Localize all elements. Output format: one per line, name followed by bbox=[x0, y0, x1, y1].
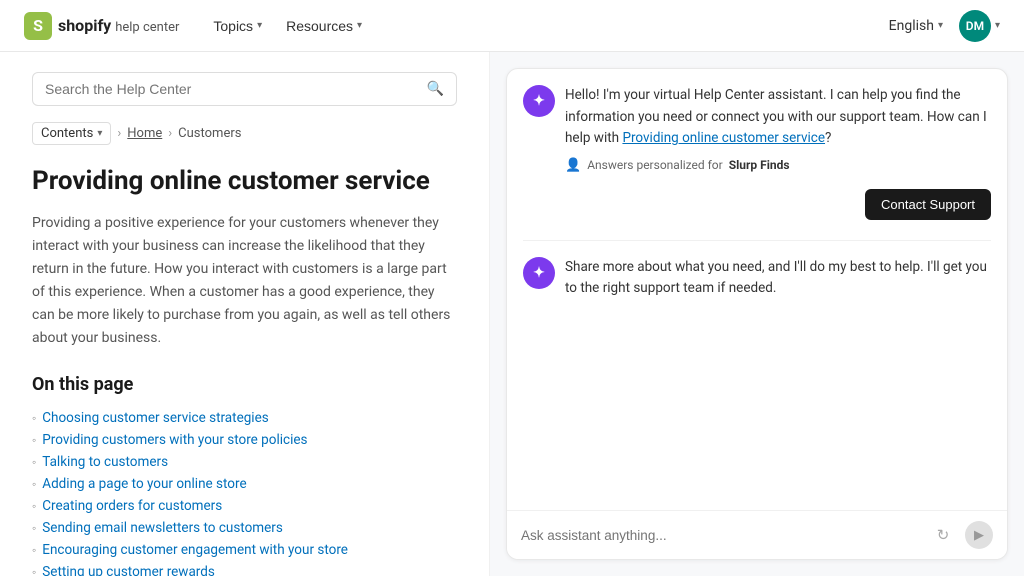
nav-resources[interactable]: Resources ▾ bbox=[276, 12, 372, 40]
send-button[interactable]: ▶ bbox=[965, 521, 993, 549]
article-title: Providing online customer service bbox=[32, 165, 457, 198]
toc-link[interactable]: Setting up customer rewards bbox=[42, 564, 215, 576]
right-panel: ✦ Hello! I'm your virtual Help Center as… bbox=[490, 52, 1024, 576]
chat-input-area: ↻ ▶ bbox=[507, 510, 1007, 559]
send-icon: ▶ bbox=[974, 527, 984, 543]
chat-input-actions: ↻ ▶ bbox=[929, 521, 993, 549]
chat-divider bbox=[523, 240, 991, 241]
refresh-button[interactable]: ↻ bbox=[929, 521, 957, 549]
toc-link[interactable]: Choosing customer service strategies bbox=[42, 410, 268, 426]
breadcrumb-separator-2: › bbox=[168, 126, 172, 141]
toc-list: Choosing customer service strategies Prov… bbox=[32, 407, 457, 576]
toc-item: Sending email newsletters to customers bbox=[32, 517, 457, 539]
chat-message-1: ✦ Hello! I'm your virtual Help Center as… bbox=[523, 85, 991, 173]
personalized-note: 👤 Answers personalized for Slurp Finds bbox=[565, 158, 991, 173]
toc-link[interactable]: Sending email newsletters to customers bbox=[42, 520, 283, 536]
breadcrumb-separator: › bbox=[117, 126, 121, 141]
main-nav: Topics ▾ Resources ▾ bbox=[203, 12, 372, 40]
main-layout: 🔍 Contents ▾ › Home › Customers Providin… bbox=[0, 52, 1024, 576]
message-text-1: Hello! I'm your virtual Help Center assi… bbox=[565, 85, 991, 150]
message-bubble-1: Hello! I'm your virtual Help Center assi… bbox=[565, 85, 991, 173]
user-menu[interactable]: DM ▾ bbox=[959, 10, 1000, 42]
refresh-icon: ↻ bbox=[937, 526, 950, 544]
bot-avatar-2: ✦ bbox=[523, 257, 555, 289]
resources-chevron-icon: ▾ bbox=[357, 20, 362, 31]
nav-topics[interactable]: Topics ▾ bbox=[203, 12, 272, 40]
message-text-2: Share more about what you need, and I'll… bbox=[565, 257, 991, 300]
toc-link[interactable]: Adding a page to your online store bbox=[42, 476, 246, 492]
left-panel: 🔍 Contents ▾ › Home › Customers Providin… bbox=[0, 52, 490, 576]
logo[interactable]: S shopify help center bbox=[24, 12, 179, 40]
bot-avatar-1: ✦ bbox=[523, 85, 555, 117]
breadcrumb-contents-button[interactable]: Contents ▾ bbox=[32, 122, 111, 145]
search-icon: 🔍 bbox=[427, 81, 444, 97]
chat-container: ✦ Hello! I'm your virtual Help Center as… bbox=[506, 68, 1008, 560]
contents-chevron-icon: ▾ bbox=[97, 128, 102, 139]
shopify-logo-icon: S bbox=[24, 12, 52, 40]
toc-link[interactable]: Encouraging customer engagement with you… bbox=[42, 542, 348, 558]
header-right: English ▾ DM ▾ bbox=[881, 10, 1000, 42]
contact-support-row: Contact Support bbox=[523, 189, 991, 220]
chat-messages: ✦ Hello! I'm your virtual Help Center as… bbox=[507, 69, 1007, 510]
personalized-icon: 👤 bbox=[565, 158, 581, 173]
logo-text: shopify help center bbox=[58, 16, 179, 35]
chat-input[interactable] bbox=[521, 528, 921, 543]
breadcrumb-home[interactable]: Home bbox=[127, 126, 162, 141]
avatar-chevron-icon: ▾ bbox=[995, 20, 1000, 31]
chat-message-2: ✦ Share more about what you need, and I'… bbox=[523, 257, 991, 300]
header-left: S shopify help center Topics ▾ Resources… bbox=[24, 12, 372, 40]
toc-item: Talking to customers bbox=[32, 451, 457, 473]
toc-link[interactable]: Talking to customers bbox=[42, 454, 168, 470]
breadcrumb-current: Customers bbox=[178, 126, 241, 141]
toc-item: Providing customers with your store poli… bbox=[32, 429, 457, 451]
toc-item: Choosing customer service strategies bbox=[32, 407, 457, 429]
toc-link[interactable]: Providing customers with your store poli… bbox=[42, 432, 307, 448]
toc-link[interactable]: Creating orders for customers bbox=[42, 498, 222, 514]
lang-chevron-icon: ▾ bbox=[938, 20, 943, 31]
topics-chevron-icon: ▾ bbox=[257, 20, 262, 31]
toc-item: Setting up customer rewards bbox=[32, 561, 457, 576]
toc-item: Creating orders for customers bbox=[32, 495, 457, 517]
on-this-page-heading: On this page bbox=[32, 374, 457, 395]
avatar: DM bbox=[959, 10, 991, 42]
contact-support-button[interactable]: Contact Support bbox=[865, 189, 991, 220]
personalized-brand: Slurp Finds bbox=[729, 158, 790, 172]
search-bar[interactable]: 🔍 bbox=[32, 72, 457, 106]
breadcrumb: Contents ▾ › Home › Customers bbox=[32, 122, 457, 145]
message-link-1[interactable]: Providing online customer service bbox=[622, 130, 825, 146]
toc-item: Adding a page to your online store bbox=[32, 473, 457, 495]
header: S shopify help center Topics ▾ Resources… bbox=[0, 0, 1024, 52]
language-selector[interactable]: English ▾ bbox=[881, 14, 951, 38]
article-intro: Providing a positive experience for your… bbox=[32, 212, 457, 351]
search-input[interactable] bbox=[45, 81, 419, 97]
message-bubble-2: Share more about what you need, and I'll… bbox=[565, 257, 991, 300]
toc-item: Encouraging customer engagement with you… bbox=[32, 539, 457, 561]
